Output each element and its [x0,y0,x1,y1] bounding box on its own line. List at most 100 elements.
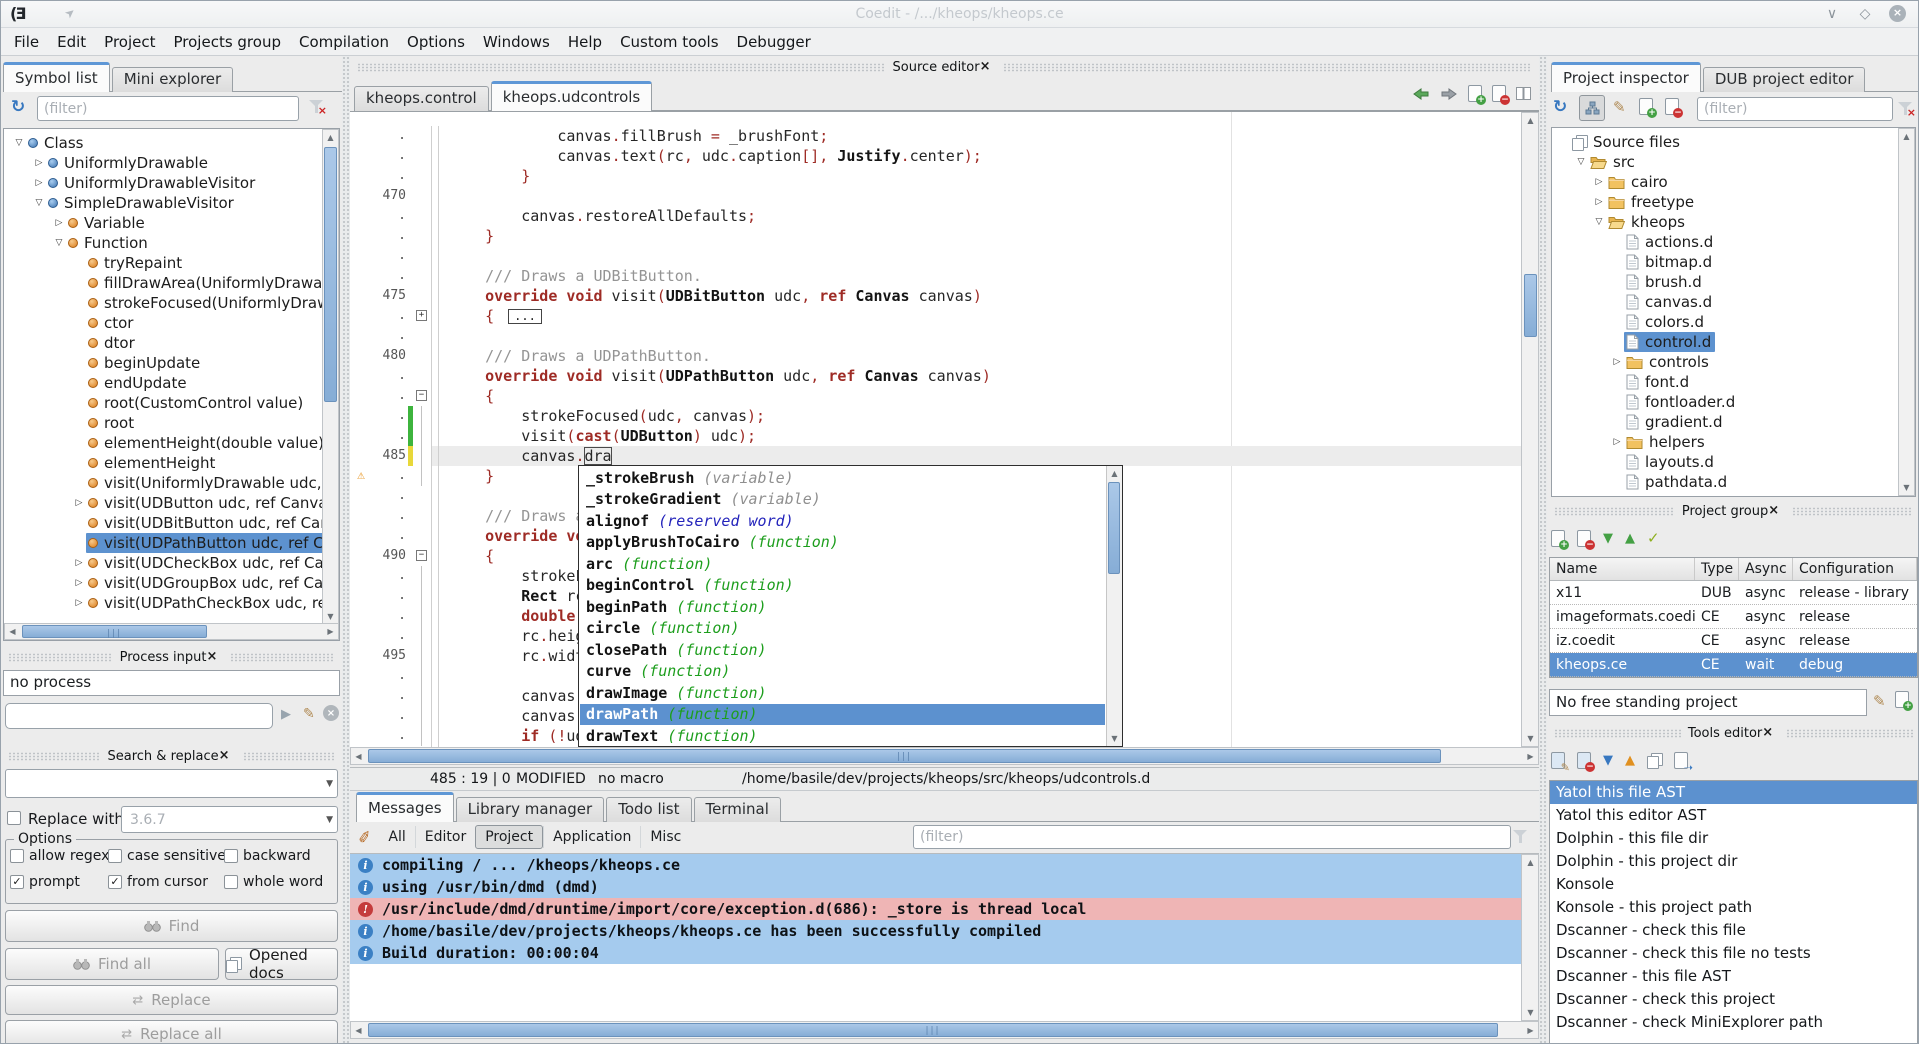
clone-tool-icon[interactable] [1647,753,1662,768]
whole-word-checkbox[interactable] [224,875,238,889]
remove-tool-icon[interactable]: − [1577,752,1591,769]
symbol-item-simpledrawablevisitor[interactable]: ▽SimpleDrawableVisitor [8,193,322,213]
file-item-fontloader-d[interactable]: fontloader.d [1554,392,1897,412]
completion-item-drawpath[interactable]: drawPath(function) [580,704,1105,726]
scroll-left-icon[interactable]: ◀ [5,624,20,639]
tool-item-dscanner-check-this-project[interactable]: Dscanner - check this project [1550,988,1917,1011]
maximize-icon[interactable]: ◇ [1856,6,1874,22]
expand-icon[interactable]: ▷ [52,218,66,228]
symbol-item-filldrawarea-uniformlydr[interactable]: fillDrawArea(UniformlyDrawable ud [8,273,322,293]
expand-icon[interactable]: ▷ [32,158,46,168]
scroll-thumb[interactable] [1108,482,1120,574]
symbol-item-ctor[interactable]: ctor [8,313,322,333]
tab-todo-list[interactable]: Todo list [606,797,691,822]
move-down-icon[interactable]: ▼ [1603,531,1613,546]
expand-icon[interactable]: ▷ [1610,357,1624,367]
process-input-field[interactable] [5,703,273,729]
close-panel-icon[interactable]: × [1762,727,1773,739]
close-panel-icon[interactable]: × [980,61,991,73]
file-item-gradient-d[interactable]: gradient.d [1554,412,1897,432]
completion-item-beginpath[interactable]: beginPath(function) [580,596,1105,618]
expand-icon[interactable]: ▷ [72,598,86,608]
collapse-icon[interactable]: ▽ [52,238,66,248]
tool-item-yatol-this-file-ast[interactable]: Yatol this file AST [1550,781,1917,804]
menu-compilation[interactable]: Compilation [290,29,398,55]
file-item-source-files[interactable]: Source files [1554,132,1897,152]
scroll-up-icon[interactable]: ▲ [1107,466,1122,481]
tool-item-konsole[interactable]: Konsole [1550,873,1917,896]
symbol-item-elementheight-double-val[interactable]: elementHeight(double value) [8,433,322,453]
editor-vscrollbar[interactable]: ▲ ▼ [1521,112,1539,747]
symbol-item-visit-udcheckbox-udc-re[interactable]: ▷visit(UDCheckBox udc, ref Canvas [8,553,322,573]
clear-filter-icon[interactable]: × [309,99,325,114]
project-row-imageformats-coedit[interactable]: imageformats.coeditCEasyncrelease [1550,605,1917,629]
symbol-item-beginupdate[interactable]: beginUpdate [8,353,322,373]
symbol-item-function[interactable]: ▽Function [8,233,322,253]
run-tool-icon[interactable]: ➝ [1674,752,1688,769]
filter-project[interactable]: Project [475,825,543,849]
tab-messages[interactable]: Messages [356,792,454,822]
tab-mini-explorer[interactable]: Mini explorer [112,67,234,92]
tool-item-dscanner-check-this-file-no-tests[interactable]: Dscanner - check this file no tests [1550,942,1917,965]
message-row[interactable]: icompiling / ... /kheops/kheops.ce [350,854,1539,876]
tool-item-yatol-this-editor-ast[interactable]: Yatol this editor AST [1550,804,1917,827]
scroll-up-icon[interactable]: ▲ [1899,129,1914,144]
clear-filter-icon[interactable]: × [1898,101,1914,116]
completion-item-drawimage[interactable]: drawImage(function) [580,682,1105,704]
tab-project-inspector[interactable]: Project inspector [1551,62,1701,92]
edit-free-project-icon[interactable]: ✎ [1873,692,1886,710]
close-panel-icon[interactable]: × [207,651,218,663]
fold-collapse-icon[interactable]: − [416,390,427,401]
tool-item-dscanner-check-miniexplorer-path[interactable]: Dscanner - check MiniExplorer path [1550,1011,1917,1034]
opened-docs-button[interactable]: Opened docs [225,948,338,980]
column-header-async[interactable]: Async [1739,558,1793,580]
collapse-icon[interactable]: ▽ [1574,157,1588,167]
editor-hscrollbar[interactable]: ◀ ||| ▶ [350,747,1539,765]
menu-projects-group[interactable]: Projects group [165,29,290,55]
close-panel-icon[interactable]: × [219,750,230,762]
file-item-actions-d[interactable]: actions.d [1554,232,1897,252]
scroll-thumb[interactable] [324,147,337,402]
menu-debugger[interactable]: Debugger [728,29,820,55]
message-row[interactable]: iBuild duration: 00:00:04 [350,942,1539,964]
completion-item-curve[interactable]: curve(function) [580,661,1105,683]
expand-icon[interactable]: ▷ [1610,437,1624,447]
add-file-icon[interactable]: + [1639,98,1653,115]
symbol-item-elementheight[interactable]: elementHeight [8,453,322,473]
scroll-down-icon[interactable]: ▼ [1523,1005,1538,1020]
close-panel-icon[interactable]: × [1768,505,1779,517]
symbol-item-visit-udgroupbox-udc-re[interactable]: ▷visit(UDGroupBox udc, ref Canvas c [8,573,322,593]
symbol-item-uniformlydrawable[interactable]: ▷UniformlyDrawable [8,153,322,173]
remove-project-icon[interactable]: − [1577,530,1591,547]
allow-regex-checkbox[interactable] [10,849,24,863]
filter-editor[interactable]: Editor [415,826,475,848]
file-item-canvas-d[interactable]: canvas.d [1554,292,1897,312]
go-forward-icon[interactable] [1440,87,1458,101]
tab-terminal[interactable]: Terminal [694,797,781,822]
backward-checkbox[interactable] [224,849,238,863]
left-splitter[interactable] [342,56,350,1044]
expand-icon[interactable]: ▷ [32,178,46,188]
symbol-item-class[interactable]: ▽Class [8,133,322,153]
filter-misc[interactable]: Misc [640,826,690,848]
files-vscrollbar[interactable]: ▲ ▼ [1898,128,1915,496]
scroll-thumb[interactable]: ||| [368,749,1441,763]
symbol-item-endupdate[interactable]: endUpdate [8,373,322,393]
refresh-icon[interactable]: ↻ [1553,99,1567,116]
scroll-down-icon[interactable]: ▼ [1899,480,1914,495]
file-item-pathdata-d[interactable]: pathdata.d [1554,472,1897,492]
tool-item-konsole-this-project-path[interactable]: Konsole - this project path [1550,896,1917,919]
file-item-brush-d[interactable]: brush.d [1554,272,1897,292]
file-item-kheops[interactable]: ▽kheops [1554,212,1897,232]
scroll-left-icon[interactable]: ◀ [351,749,366,764]
menu-custom-tools[interactable]: Custom tools [611,29,727,55]
tab-symbol-list[interactable]: Symbol list [3,62,110,92]
expand-icon[interactable]: ▷ [1592,197,1606,207]
completion-item-applybrushtocairo[interactable]: applyBrushToCairo(function) [580,532,1105,554]
async-mode-icon[interactable]: ✓ [1647,529,1660,547]
prompt-checkbox[interactable]: ✓ [10,875,24,889]
move-up-icon[interactable]: ▲ [1625,531,1635,546]
collapse-icon[interactable]: ▽ [12,138,26,148]
tool-item-dolphin-this-project-dir[interactable]: Dolphin - this project dir [1550,850,1917,873]
from-cursor-checkbox[interactable]: ✓ [108,875,122,889]
